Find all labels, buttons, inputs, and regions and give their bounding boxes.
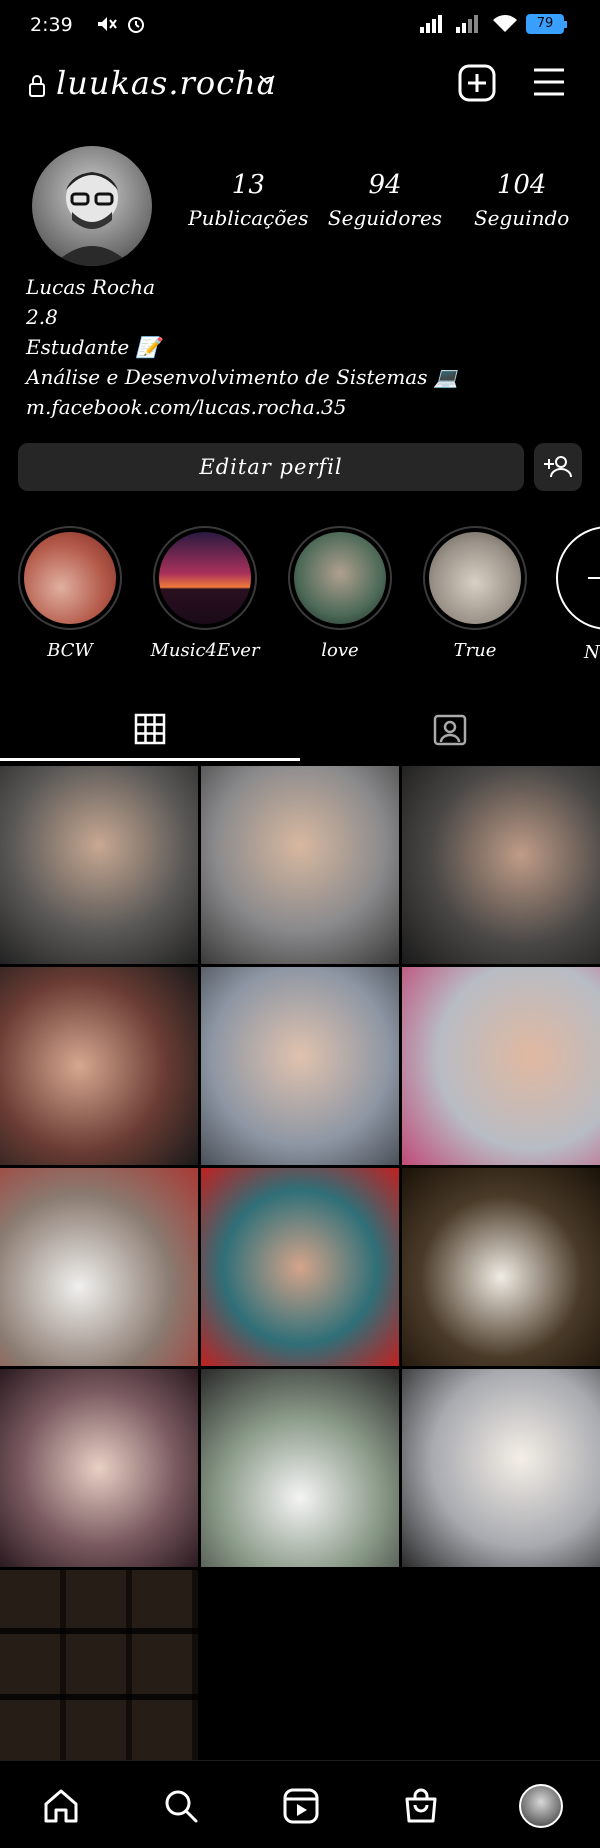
tab-grid[interactable] bbox=[0, 696, 300, 762]
discover-people-button[interactable] bbox=[534, 443, 582, 491]
post-thumbnail[interactable] bbox=[0, 1570, 198, 1760]
new-highlight-button[interactable] bbox=[556, 526, 600, 630]
posts-label: Publicações bbox=[188, 206, 309, 230]
bio-line: Estudante 📝 bbox=[26, 335, 161, 359]
followers-label: Seguidores bbox=[327, 206, 443, 230]
active-tab-indicator bbox=[0, 758, 300, 761]
highlight-cover bbox=[294, 532, 386, 624]
post-thumbnail[interactable] bbox=[402, 1168, 600, 1366]
signal-icon-2 bbox=[456, 15, 478, 33]
followers-count: 94 bbox=[368, 170, 402, 200]
status-bar: 2:39 79 bbox=[0, 0, 600, 52]
wifi-icon bbox=[493, 15, 517, 32]
posts-count: 13 bbox=[231, 170, 265, 200]
new-post-icon[interactable] bbox=[458, 64, 496, 102]
avatar-photo bbox=[52, 172, 132, 266]
post-thumbnail[interactable] bbox=[201, 967, 399, 1165]
highlight-item[interactable]: BCW bbox=[15, 526, 125, 661]
story-highlights: BCW Music4Ever love True Ne bbox=[0, 526, 600, 666]
chevron-down-icon[interactable] bbox=[258, 74, 276, 86]
grid-icon bbox=[134, 713, 166, 745]
post-thumbnail[interactable] bbox=[201, 766, 399, 964]
bio-line: 2.8 bbox=[26, 305, 58, 329]
post-thumbnail[interactable] bbox=[0, 1369, 198, 1567]
post-thumbnail[interactable] bbox=[0, 766, 198, 964]
highlight-item[interactable]: Music4Ever bbox=[150, 526, 260, 661]
highlight-label: True bbox=[453, 640, 497, 661]
following-count: 104 bbox=[496, 170, 547, 200]
highlight-cover bbox=[24, 532, 116, 624]
highlight-label: BCW bbox=[47, 640, 93, 661]
lock-icon bbox=[29, 75, 45, 97]
bio-link[interactable]: m.facebook.com/lucas.rocha.35 bbox=[26, 392, 459, 422]
shop-bag-icon bbox=[405, 1788, 437, 1823]
profile-name: Lucas Rocha bbox=[26, 275, 156, 299]
menu-icon[interactable] bbox=[532, 66, 566, 98]
highlight-cover bbox=[429, 532, 521, 624]
plus-icon bbox=[588, 577, 600, 579]
profile-bio: Lucas Rocha 2.8 Estudante 📝 Análise e De… bbox=[26, 272, 459, 422]
highlight-item[interactable]: love bbox=[285, 526, 395, 661]
tagged-user-icon bbox=[433, 714, 467, 746]
reels-icon bbox=[283, 1788, 319, 1824]
highlight-cover bbox=[159, 532, 251, 624]
profile-avatar-icon bbox=[519, 1784, 563, 1828]
alarm-icon bbox=[128, 17, 144, 33]
new-highlight-label: Ne bbox=[584, 642, 600, 663]
profile-avatar[interactable] bbox=[32, 146, 152, 266]
bio-line: Análise e Desenvolvimento de Sistemas 💻 bbox=[26, 365, 459, 389]
signal-icon bbox=[420, 15, 442, 33]
profile-header: luukas.rocha bbox=[0, 62, 600, 110]
battery-indicator: 79 bbox=[526, 14, 567, 34]
nav-home[interactable] bbox=[36, 1781, 86, 1831]
nav-profile[interactable] bbox=[516, 1781, 566, 1831]
home-icon bbox=[44, 1789, 78, 1823]
profile-tabs bbox=[0, 696, 600, 762]
highlight-label: love bbox=[321, 640, 359, 661]
mute-icon bbox=[98, 17, 117, 31]
status-time: 2:39 bbox=[30, 14, 73, 36]
username-switcher[interactable]: luukas.rocha bbox=[56, 64, 277, 102]
post-thumbnail[interactable] bbox=[402, 1369, 600, 1567]
highlight-item[interactable]: True bbox=[420, 526, 530, 661]
highlight-label: Music4Ever bbox=[150, 640, 260, 661]
post-thumbnail[interactable] bbox=[0, 1168, 198, 1366]
nav-reels[interactable] bbox=[276, 1781, 326, 1831]
bottom-navigation bbox=[0, 1760, 600, 1848]
following-label: Seguindo bbox=[473, 206, 570, 230]
profile-stats: 13 Publicações 94 Seguidores 104 Seguind… bbox=[180, 170, 590, 230]
nav-shop[interactable] bbox=[396, 1781, 446, 1831]
nav-search[interactable] bbox=[156, 1781, 206, 1831]
stat-following[interactable]: 104 Seguindo bbox=[457, 170, 587, 230]
post-thumbnail[interactable] bbox=[201, 1369, 399, 1567]
stat-posts[interactable]: 13 Publicações bbox=[183, 170, 313, 230]
post-thumbnail[interactable] bbox=[402, 967, 600, 1165]
stat-followers[interactable]: 94 Seguidores bbox=[320, 170, 450, 230]
tab-tagged[interactable] bbox=[300, 696, 600, 762]
edit-profile-button[interactable]: Editar perfil bbox=[18, 443, 524, 491]
post-thumbnail[interactable] bbox=[201, 1168, 399, 1366]
post-thumbnail[interactable] bbox=[402, 766, 600, 964]
search-icon bbox=[165, 1790, 198, 1823]
add-user-icon bbox=[544, 456, 572, 478]
post-thumbnail[interactable] bbox=[0, 967, 198, 1165]
